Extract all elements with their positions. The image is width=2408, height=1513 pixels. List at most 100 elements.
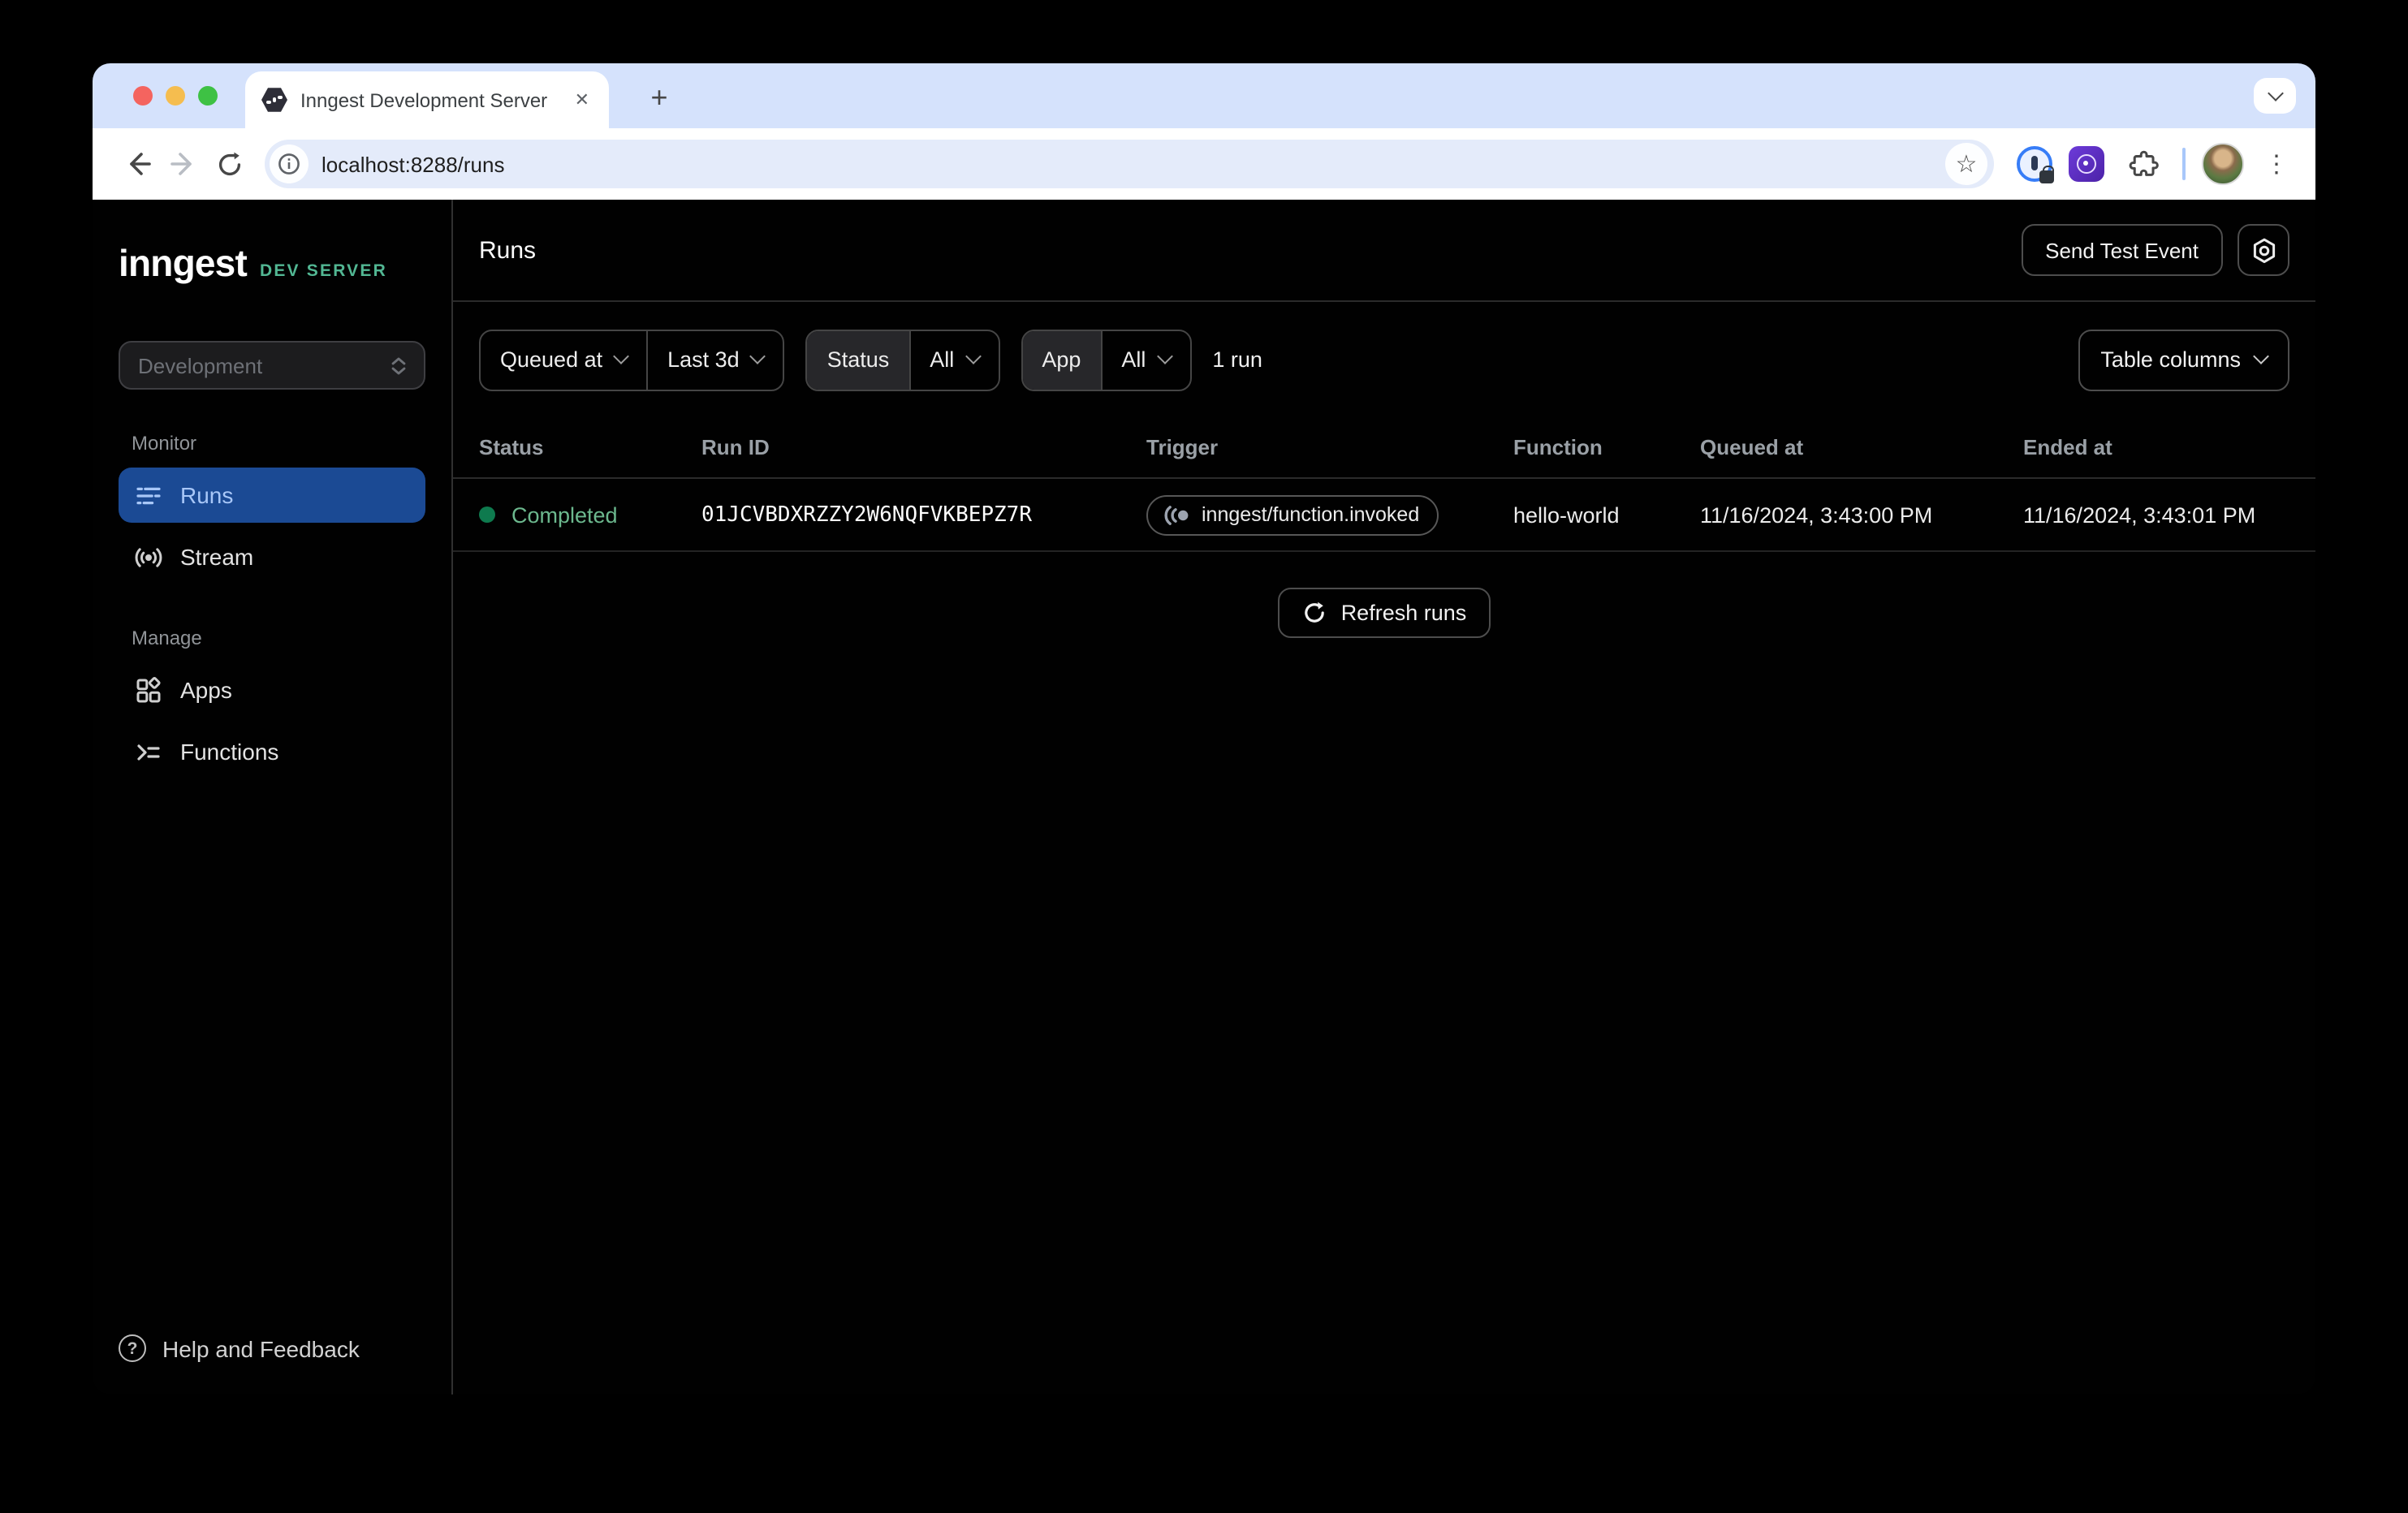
run-status-cell: Completed: [479, 502, 701, 527]
help-label: Help and Feedback: [162, 1335, 360, 1361]
app-filter-value: All: [1121, 347, 1146, 372]
column-header-trigger: Trigger: [1146, 435, 1513, 459]
close-window-button[interactable]: [133, 86, 153, 106]
chevron-down-icon: [2253, 348, 2269, 364]
sidebar-item-apps[interactable]: Apps: [119, 662, 425, 718]
chevron-down-icon: [750, 348, 766, 364]
url-bar[interactable]: localhost:8288/runs ☆: [265, 140, 1994, 188]
page-header: Runs Send Test Event: [453, 200, 2315, 302]
queued-at-cell: 11/16/2024, 3:43:00 PM: [1700, 502, 2023, 527]
site-info-icon[interactable]: [270, 144, 309, 183]
toolbar-divider: [2182, 148, 2186, 180]
tab-close-icon[interactable]: ✕: [572, 89, 593, 110]
sidebar-item-stream[interactable]: Stream: [119, 529, 425, 584]
help-question-icon: ?: [119, 1334, 146, 1362]
trigger-event-pill[interactable]: inngest/function.invoked: [1146, 494, 1439, 535]
new-tab-button[interactable]: +: [638, 76, 680, 119]
select-updown-icon: [391, 356, 406, 374]
profile-avatar[interactable]: [2202, 143, 2244, 185]
sidebar-item-label: Runs: [180, 482, 233, 508]
functions-icon: [135, 738, 162, 765]
run-id-text: 01JCVBDXRZZY2W6NQFVKBEPZ7R: [701, 502, 1032, 527]
status-filter-label: Status: [827, 347, 890, 372]
status-filter-value: All: [930, 347, 954, 372]
environment-select[interactable]: Development: [119, 341, 425, 390]
browser-tab[interactable]: Inngest Development Server ✕: [245, 71, 609, 128]
refresh-area: Refresh runs: [453, 588, 2315, 638]
sidebar-section-manage: Manage: [132, 627, 425, 649]
chevron-down-icon: [1157, 348, 1173, 364]
password-manager-extension-icon[interactable]: [2017, 146, 2052, 182]
run-id-cell[interactable]: 01JCVBDXRZZY2W6NQFVKBEPZ7R: [701, 502, 1146, 527]
trigger-event-name: inngest/function.invoked: [1202, 503, 1419, 526]
table-columns-button[interactable]: Table columns: [2078, 329, 2289, 390]
sidebar-item-label: Functions: [180, 739, 278, 765]
status-text: Completed: [511, 502, 618, 527]
refresh-icon: [1302, 601, 1327, 625]
browser-toolbar: localhost:8288/runs ☆ ⋮: [93, 128, 2315, 200]
settings-gear-button[interactable]: [2238, 224, 2289, 276]
run-count: 1 run: [1212, 347, 1262, 372]
sidebar-item-label: Stream: [180, 544, 253, 570]
url-text[interactable]: localhost:8288/runs: [321, 152, 1945, 176]
column-header-ended-at: Ended at: [2023, 435, 2315, 459]
time-range-value: Last 3d: [667, 347, 740, 372]
time-field-dropdown[interactable]: Queued at: [481, 330, 646, 389]
logo-row: inngest DEV SERVER: [119, 242, 425, 286]
dev-server-badge: DEV SERVER: [260, 261, 387, 281]
apps-grid-icon: [135, 676, 162, 704]
ended-at-cell: 11/16/2024, 3:43:01 PM: [2023, 502, 2315, 527]
window-controls: [133, 86, 218, 106]
help-and-feedback[interactable]: ? Help and Feedback: [119, 1334, 360, 1362]
runs-list-icon: [135, 481, 162, 509]
time-range-dropdown[interactable]: Last 3d: [648, 330, 783, 389]
tab-search-button[interactable]: [2254, 78, 2296, 114]
browser-window: Inngest Development Server ✕ +: [93, 63, 2315, 1394]
stream-broadcast-icon: [135, 543, 162, 571]
table-columns-label: Table columns: [2100, 347, 2241, 372]
table-row[interactable]: Completed 01JCVBDXRZZY2W6NQFVKBEPZ7R: [453, 479, 2315, 552]
purple-extension-icon[interactable]: [2069, 146, 2104, 182]
tab-strip: Inngest Development Server ✕ +: [93, 63, 2315, 128]
status-filter-group: Status All: [806, 329, 1000, 390]
status-filter-dropdown[interactable]: All: [910, 330, 998, 389]
extensions-puzzle-icon[interactable]: [2121, 141, 2166, 187]
main-content: Runs Send Test Event Queued at: [453, 200, 2315, 1394]
page-title: Runs: [479, 236, 2021, 264]
time-filter-group: Queued at Last 3d: [479, 329, 785, 390]
refresh-runs-button[interactable]: Refresh runs: [1278, 588, 1491, 638]
inngest-app: inngest DEV SERVER Development Monitor: [93, 200, 2315, 1394]
chevron-down-icon: [2267, 84, 2283, 101]
column-header-function: Function: [1513, 435, 1700, 459]
column-header-queued-at: Queued at: [1700, 435, 2023, 459]
zoom-window-button[interactable]: [198, 86, 218, 106]
desktop: Inngest Development Server ✕ +: [0, 0, 2408, 1513]
function-cell: hello-world: [1513, 502, 1700, 527]
back-button[interactable]: [115, 141, 161, 187]
app-filter-label: App: [1042, 347, 1081, 372]
sidebar: inngest DEV SERVER Development Monitor: [93, 200, 453, 1394]
minimize-window-button[interactable]: [166, 86, 185, 106]
tab-title: Inngest Development Server: [300, 88, 559, 111]
filter-bar: Queued at Last 3d Status: [453, 302, 2315, 417]
browser-menu-icon[interactable]: ⋮: [2260, 143, 2293, 185]
forward-button[interactable]: [161, 141, 206, 187]
send-test-event-button[interactable]: Send Test Event: [2021, 224, 2223, 276]
table-header: Status Run ID Trigger Function Queued at…: [453, 417, 2315, 479]
app-filter-dropdown[interactable]: All: [1102, 330, 1189, 389]
reload-button[interactable]: [206, 141, 252, 187]
inngest-favicon-icon: [261, 87, 287, 113]
bookmark-star-icon[interactable]: ☆: [1945, 143, 1987, 185]
refresh-runs-label: Refresh runs: [1341, 601, 1467, 625]
column-header-status: Status: [479, 435, 701, 459]
time-field-label: Queued at: [500, 347, 602, 372]
trigger-cell: inngest/function.invoked: [1146, 494, 1513, 535]
extension-area: ⋮: [2017, 141, 2293, 187]
chevron-down-icon: [964, 348, 981, 364]
sidebar-item-label: Apps: [180, 677, 232, 703]
environment-select-value: Development: [138, 353, 391, 377]
sidebar-item-runs[interactable]: Runs: [119, 468, 425, 523]
sidebar-item-functions[interactable]: Functions: [119, 724, 425, 779]
event-broadcast-icon: [1163, 504, 1190, 525]
chevron-down-icon: [613, 348, 629, 364]
